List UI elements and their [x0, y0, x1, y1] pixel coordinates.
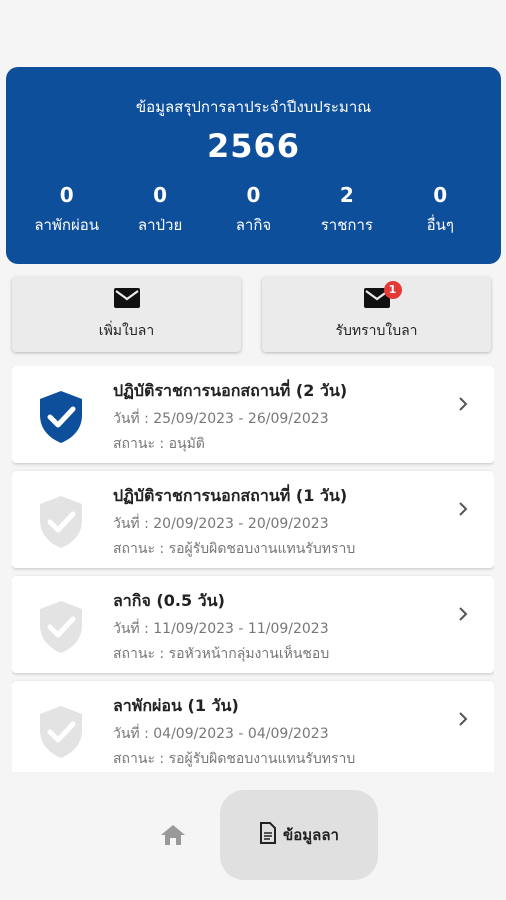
leave-status: สถานะ : รอผู้รับผิดชอบงานแทนรับทราบ — [113, 541, 356, 557]
stat-sick: 0 ลาป่วย — [125, 183, 195, 237]
leave-item[interactable]: ลาพักผ่อน (1 วัน) วันที่ : 04/09/2023 - … — [12, 681, 494, 772]
stat-personal: 0 ลากิจ — [218, 183, 288, 237]
leave-title: ปฏิบัติราชการนอกสถานที่ (2 วัน) — [113, 381, 348, 400]
status-bar — [0, 0, 506, 30]
fiscal-year: 2566 — [206, 127, 301, 165]
stat-label: ราชการ — [320, 216, 373, 234]
leave-status: สถานะ : รอผู้รับผิดชอบงานแทนรับทราบ — [113, 751, 356, 767]
leave-date: วันที่ : 11/09/2023 - 11/09/2023 — [113, 621, 329, 637]
leave-title: ปฏิบัติราชการนอกสถานที่ (1 วัน) — [113, 486, 348, 505]
shield-check-icon — [38, 495, 84, 553]
stat-value: 2 — [339, 183, 354, 207]
add-leave-button[interactable]: เพิ่มใบลา — [12, 277, 241, 352]
stat-value: 0 — [59, 183, 74, 207]
acknowledge-leave-button[interactable]: 1 รับทราบใบลา — [262, 277, 491, 352]
leave-title: ลากิจ (0.5 วัน) — [113, 591, 225, 610]
home-icon[interactable] — [160, 824, 186, 850]
acknowledge-leave-label: รับทราบใบลา — [335, 322, 418, 339]
stat-other: 0 อื่นๆ — [405, 183, 475, 237]
leave-stats: 0 ลาพักผ่อน 0 ลาป่วย 0 ลากิจ 2 ราชการ 0 … — [6, 183, 501, 237]
leave-item[interactable]: ลากิจ (0.5 วัน) วันที่ : 11/09/2023 - 11… — [12, 576, 494, 673]
leave-date: วันที่ : 25/09/2023 - 26/09/2023 — [113, 411, 329, 427]
leave-date: วันที่ : 20/09/2023 - 20/09/2023 — [113, 516, 329, 532]
chevron-right-icon — [458, 501, 468, 521]
leave-status: สถานะ : รอหัวหน้ากลุ่มงานเห็นชอบ — [113, 646, 330, 662]
shield-check-icon — [38, 600, 84, 658]
stat-value: 0 — [246, 183, 261, 207]
leave-date: วันที่ : 04/09/2023 - 04/09/2023 — [113, 726, 329, 742]
document-icon — [259, 822, 277, 848]
chevron-right-icon — [458, 711, 468, 731]
leave-item[interactable]: ปฏิบัติราชการนอกสถานที่ (2 วัน) วันที่ :… — [12, 366, 494, 463]
nav-leave-info[interactable]: ข้อมูลลา — [220, 790, 378, 880]
stat-vacation: 0 ลาพักผ่อน — [32, 183, 102, 237]
nav-leave-info-label: ข้อมูลลา — [283, 826, 339, 844]
add-leave-label: เพิ่มใบลา — [98, 322, 155, 339]
leave-status: สถานะ : อนุมัติ — [113, 436, 205, 452]
stat-value: 0 — [433, 183, 448, 207]
leave-summary-card: ข้อมูลสรุปการลาประจำปีงบประมาณ 2566 0 ลา… — [6, 67, 501, 264]
stat-value: 0 — [153, 183, 168, 207]
chevron-right-icon — [458, 396, 468, 416]
bottom-nav: ข้อมูลลา — [0, 772, 506, 900]
stat-official: 2 ราชการ — [312, 183, 382, 237]
mail-icon — [113, 287, 140, 310]
stat-label: ลาพักผ่อน — [34, 216, 99, 234]
leave-item[interactable]: ปฏิบัติราชการนอกสถานที่ (1 วัน) วันที่ :… — [12, 471, 494, 568]
leave-list: ปฏิบัติราชการนอกสถานที่ (2 วัน) วันที่ :… — [12, 366, 494, 772]
stat-label: อื่นๆ — [426, 216, 454, 234]
stat-label: ลาป่วย — [137, 216, 183, 234]
shield-check-icon — [38, 705, 84, 763]
shield-check-icon — [38, 390, 84, 448]
chevron-right-icon — [458, 606, 468, 626]
summary-title: ข้อมูลสรุปการลาประจำปีงบประมาณ — [135, 98, 372, 116]
mail-icon: 1 — [363, 280, 402, 310]
leave-title: ลาพักผ่อน (1 วัน) — [113, 696, 239, 715]
notification-badge: 1 — [383, 280, 402, 299]
stat-label: ลากิจ — [235, 216, 272, 234]
